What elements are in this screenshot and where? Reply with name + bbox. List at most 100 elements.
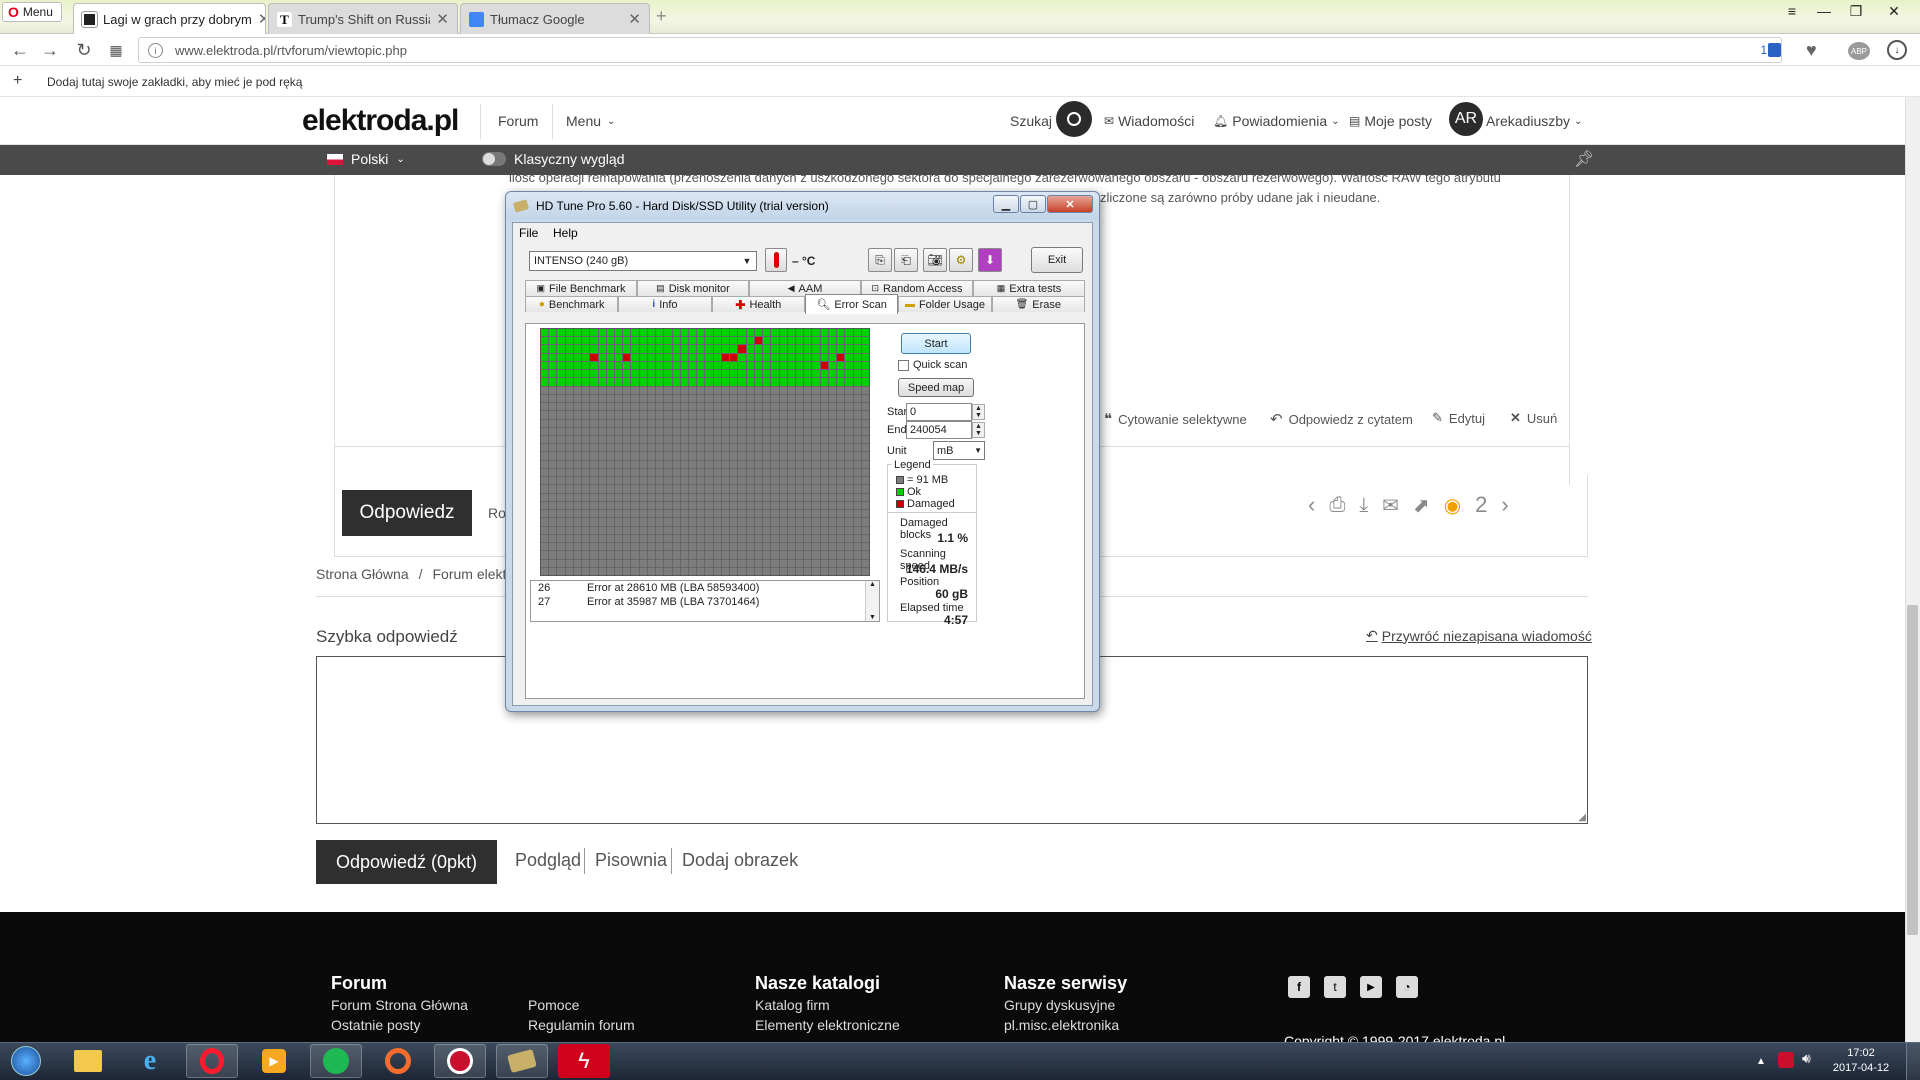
end-input[interactable]: 240054 <box>906 421 972 439</box>
taskbar-clock[interactable]: 17:02 2017-04-12 <box>1826 1046 1896 1076</box>
exit-button[interactable]: Exit <box>1031 247 1083 273</box>
back-icon[interactable]: ← <box>8 38 32 62</box>
save-down-icon[interactable]: ⬇ <box>978 248 1002 272</box>
resize-handle-icon[interactable]: ◢ <box>1578 812 1586 823</box>
screenshot-icon[interactable]: 📷︎ <box>923 248 947 272</box>
minimize-icon[interactable]: ▁ <box>993 195 1019 213</box>
site-logo[interactable]: elektroda.pl <box>302 104 459 138</box>
tab-elektroda[interactable]: Lagi w grach przy dobrym ✕ <box>73 3 266 34</box>
reply-quote-link[interactable]: ↶ Odpowiedz z cytatem <box>1270 410 1413 428</box>
adblock-icon[interactable]: ABP <box>1848 42 1870 60</box>
tab-file-benchmark[interactable]: ▣ File Benchmark <box>525 280 637 296</box>
log-row[interactable]: 26 Error at 28610 MB (LBA 58593400) <box>531 581 879 595</box>
unit-select[interactable]: mB ▼ <box>933 441 985 460</box>
close-tab-icon[interactable]: ✕ <box>628 10 641 28</box>
chevron-left-icon[interactable]: ‹ <box>1308 492 1315 518</box>
download-icon[interactable]: ↓ <box>1887 40 1907 60</box>
tab-error-scan[interactable]: 🔍︎ Error Scan <box>804 294 899 314</box>
log-row[interactable]: 27 Error at 35987 MB (LBA 73701464) <box>531 595 879 609</box>
classic-view-toggle[interactable]: Klasyczny wygląd <box>482 151 625 167</box>
footer-link[interactable]: Forum Strona Główna <box>331 997 468 1013</box>
restore-message-link[interactable]: ↶ Przywróć niezapisana wiadomość <box>1366 627 1592 644</box>
close-window-icon[interactable]: ✕ <box>1872 0 1916 22</box>
browser-menu-icon[interactable]: ≡ <box>1776 0 1808 22</box>
shield-extension-icon[interactable] <box>1768 43 1781 57</box>
print-icon[interactable]: ⎙ <box>1329 494 1345 517</box>
url-field[interactable]: i www.elektroda.pl/rtvforum/viewtopic.ph… <box>138 37 1782 63</box>
drive-select[interactable]: INTENSO (240 gB) ▼ <box>529 251 757 271</box>
footer-link[interactable]: Pomoce <box>528 997 579 1013</box>
start-input[interactable]: 0 <box>906 403 972 421</box>
search-label[interactable]: Szukaj <box>1010 97 1052 145</box>
taskbar-ie[interactable]: e <box>124 1044 176 1078</box>
facebook-icon[interactable]: f <box>1288 976 1310 998</box>
error-log-list[interactable]: 26 Error at 28610 MB (LBA 58593400) 27 Err… <box>530 580 880 622</box>
tab-disk-monitor[interactable]: ▤ Disk monitor <box>637 280 749 296</box>
tray-expand-icon[interactable]: ▲ <box>1756 1056 1766 1067</box>
nav-notifications[interactable]: 🔔︎ Powiadomienia ⌄ <box>1213 97 1340 145</box>
site-info-icon[interactable]: i <box>148 43 163 58</box>
footer-link[interactable]: Grupy dyskusyjne <box>1004 997 1115 1013</box>
avatar[interactable]: AR <box>1449 102 1483 136</box>
speed-dial-grid-icon[interactable]: ▦ <box>104 38 128 62</box>
show-desktop-button[interactable] <box>1906 1043 1920 1080</box>
footer-link[interactable]: Elementy elektroniczne <box>755 1017 900 1033</box>
reply-button[interactable]: Odpowiedz <box>342 490 472 536</box>
add-image-link[interactable]: Dodaj obrazek <box>682 850 798 871</box>
taskbar-app-red[interactable]: ϟ <box>558 1044 610 1078</box>
taskbar-media-player[interactable]: ▶ <box>248 1044 300 1078</box>
tab-benchmark[interactable]: ● Benchmark <box>525 296 619 312</box>
download-icon[interactable]: ⤓ <box>1359 494 1368 517</box>
delete-link[interactable]: ✕ Usuń <box>1510 410 1557 426</box>
nav-messages[interactable]: ✉ Wiadomości <box>1104 97 1194 145</box>
pin-icon[interactable]: 📌︎ <box>1574 149 1594 169</box>
rss-icon[interactable]: ◔ <box>1396 976 1418 998</box>
start-button[interactable] <box>2 1044 50 1078</box>
close-icon[interactable]: ✕ <box>1047 195 1093 213</box>
start-spinner[interactable]: ▲ ▼ <box>972 404 985 420</box>
end-spinner[interactable]: ▲ ▼ <box>972 422 985 438</box>
search-button[interactable] <box>1056 101 1092 137</box>
chevron-right-icon[interactable]: › <box>1501 492 1508 518</box>
breadcrumb-forum[interactable]: Forum elekt <box>433 566 507 582</box>
taskbar-origin[interactable] <box>372 1044 424 1078</box>
user-menu[interactable]: Arekadiuszby ⌄ <box>1486 97 1582 145</box>
speed-map-button[interactable]: Speed map <box>898 378 974 397</box>
twitter-icon[interactable]: t <box>1324 976 1346 998</box>
tab-translate[interactable]: Tłumacz Google ✕ <box>460 3 650 34</box>
nav-my-posts[interactable]: ▤ Moje posty <box>1349 97 1432 145</box>
maximize-icon[interactable]: ▢ <box>1020 195 1046 213</box>
send-reply-button[interactable]: Odpowiedź (0pkt) <box>316 840 497 884</box>
tab-trump[interactable]: T Trump's Shift on Russia Br ✕ <box>268 3 458 34</box>
options-icon[interactable]: ⚙ <box>949 248 973 272</box>
tab-health[interactable]: ✚ Health <box>711 296 805 312</box>
add-bookmark-icon[interactable]: + <box>13 72 22 90</box>
copy-info-icon[interactable]: ⎘ <box>868 248 892 272</box>
nav-menu[interactable]: Menu ⌄ <box>566 97 615 145</box>
footer-link[interactable]: Katalog firm <box>755 997 830 1013</box>
tray-antivirus-icon[interactable] <box>1778 1052 1794 1068</box>
edit-link[interactable]: ✎ Edytuj <box>1432 410 1485 426</box>
forward-icon[interactable]: → <box>38 38 62 62</box>
menu-help[interactable]: Help <box>553 226 578 240</box>
volume-icon[interactable]: 🔊︎ <box>1802 1050 1811 1067</box>
new-tab-button[interactable]: + <box>656 6 667 27</box>
quote-selective-link[interactable]: ❝ Cytowanie selektywne <box>1104 410 1247 428</box>
breadcrumb-home[interactable]: Strona Główna <box>316 566 409 582</box>
tab-info[interactable]: i Info <box>618 296 712 312</box>
restore-icon[interactable]: ❐ <box>1840 0 1872 22</box>
tab-extra-tests[interactable]: ▦ Extra tests <box>973 280 1085 296</box>
youtube-icon[interactable]: ▶ <box>1360 976 1382 998</box>
share-icon[interactable]: ⬈ <box>1413 493 1430 518</box>
envelope-icon[interactable]: ✉ <box>1382 493 1399 518</box>
log-scrollbar[interactable]: ▲ ▼ <box>865 581 879 621</box>
footer-link[interactable]: pl.misc.elektronika <box>1004 1017 1119 1033</box>
menu-file[interactable]: File <box>519 226 538 240</box>
opera-menu-button[interactable]: O Menu <box>2 2 62 22</box>
taskbar-opera[interactable] <box>186 1044 238 1078</box>
quick-scan-checkbox[interactable]: Quick scan <box>898 359 967 371</box>
heart-icon[interactable]: ♥ <box>1806 40 1817 61</box>
language-selector[interactable]: Polski ⌄ <box>327 151 405 167</box>
minimize-icon[interactable]: — <box>1808 0 1840 22</box>
preview-link[interactable]: Podgląd <box>515 850 581 871</box>
